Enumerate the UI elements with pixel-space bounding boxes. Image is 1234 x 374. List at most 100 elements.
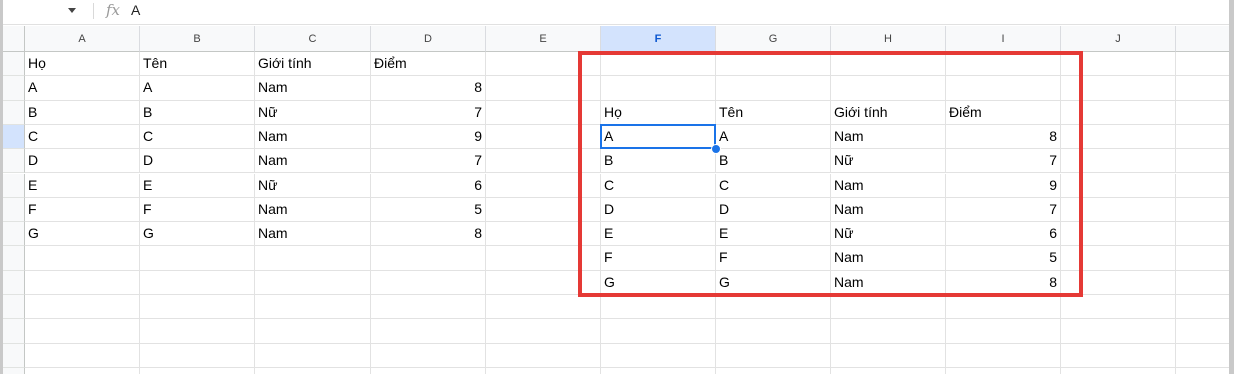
grid-cell[interactable] (1176, 52, 1229, 77)
grid-cell[interactable] (486, 100, 601, 125)
grid-cell[interactable] (255, 270, 371, 295)
data-cell[interactable]: Nam (831, 124, 946, 150)
data-cell[interactable]: D (601, 197, 716, 223)
data-cell[interactable]: C (716, 173, 831, 198)
grid-cell[interactable] (486, 124, 601, 150)
grid-cell[interactable] (25, 270, 140, 295)
grid-cell[interactable] (601, 295, 716, 320)
row-header[interactable] (3, 173, 25, 198)
data-cell[interactable]: C (25, 124, 140, 150)
column-header-f[interactable]: F (601, 26, 716, 52)
sheet-grid[interactable]: ABCDEFGHIJKHọTênGiới tínhĐiểmAANam8BBNữ7… (3, 26, 1229, 374)
grid-cell[interactable] (716, 76, 831, 101)
row-header[interactable] (3, 367, 25, 374)
grid-cell[interactable] (486, 246, 601, 271)
data-cell[interactable]: Nam (255, 76, 371, 101)
grid-cell[interactable] (831, 52, 946, 77)
grid-cell[interactable] (371, 270, 486, 295)
grid-cell[interactable] (486, 295, 601, 320)
data-cell[interactable]: A (25, 76, 140, 101)
row-header[interactable] (3, 149, 25, 174)
row-header[interactable] (3, 270, 25, 295)
grid-cell[interactable] (486, 343, 601, 368)
data-cell[interactable]: 5 (371, 197, 486, 223)
grid-cell[interactable] (1176, 246, 1229, 271)
grid-cell[interactable] (1061, 197, 1176, 223)
data-cell[interactable]: B (601, 149, 716, 174)
grid-cell[interactable] (371, 319, 486, 344)
row-header[interactable] (3, 246, 25, 271)
data-cell[interactable]: 6 (371, 173, 486, 198)
data-cell[interactable]: A (601, 124, 716, 150)
data-cell[interactable]: G (716, 270, 831, 295)
grid-cell[interactable] (946, 52, 1061, 77)
grid-cell[interactable] (1061, 295, 1176, 320)
data-cell[interactable]: 8 (371, 76, 486, 101)
grid-cell[interactable] (1176, 271, 1229, 295)
column-header-k[interactable]: K (1176, 26, 1229, 52)
grid-cell[interactable] (140, 343, 255, 368)
grid-cell[interactable] (1061, 367, 1176, 374)
data-cell[interactable]: Nữ (831, 222, 946, 247)
grid-cell[interactable] (486, 319, 601, 344)
grid-cell[interactable] (140, 246, 255, 271)
header-cell[interactable]: Điểm (946, 100, 1061, 125)
grid-cell[interactable] (601, 319, 716, 344)
data-cell[interactable]: D (716, 197, 831, 223)
data-cell[interactable]: 8 (946, 124, 1061, 150)
grid-cell[interactable] (25, 319, 140, 344)
grid-cell[interactable] (1176, 101, 1229, 125)
grid-cell[interactable] (1061, 173, 1176, 198)
grid-cell[interactable] (486, 270, 601, 295)
grid-cell[interactable] (601, 76, 716, 101)
data-cell[interactable]: 8 (946, 270, 1061, 295)
data-cell[interactable]: 9 (946, 173, 1061, 198)
grid-cell[interactable] (1061, 222, 1176, 247)
grid-cell[interactable] (255, 343, 371, 368)
grid-cell[interactable] (1061, 270, 1176, 295)
data-cell[interactable]: A (716, 124, 831, 150)
column-header-j[interactable]: J (1061, 26, 1176, 52)
column-header-h[interactable]: H (831, 26, 946, 52)
grid-cell[interactable] (255, 367, 371, 374)
row-header[interactable] (3, 222, 25, 247)
grid-cell[interactable] (486, 197, 601, 223)
column-header-g[interactable]: G (716, 26, 831, 52)
data-cell[interactable]: E (716, 222, 831, 247)
grid-cell[interactable] (831, 343, 946, 368)
grid-cell[interactable] (601, 343, 716, 368)
header-cell[interactable]: Giới tính (831, 100, 946, 125)
data-cell[interactable]: Nữ (831, 149, 946, 174)
grid-cell[interactable] (1176, 295, 1229, 320)
row-header[interactable] (3, 52, 25, 77)
header-cell[interactable]: Tên (716, 100, 831, 125)
grid-cell[interactable] (486, 367, 601, 374)
grid-cell[interactable] (946, 343, 1061, 368)
data-cell[interactable]: E (140, 173, 255, 198)
grid-cell[interactable] (1061, 76, 1176, 101)
grid-cell[interactable] (1176, 198, 1229, 223)
grid-cell[interactable] (716, 343, 831, 368)
data-cell[interactable]: 7 (946, 197, 1061, 223)
grid-cell[interactable] (831, 319, 946, 344)
data-cell[interactable]: C (601, 173, 716, 198)
data-cell[interactable]: F (601, 246, 716, 271)
grid-cell[interactable] (140, 295, 255, 320)
column-header-c[interactable]: C (255, 26, 371, 52)
grid-cell[interactable] (601, 367, 716, 374)
grid-cell[interactable] (486, 149, 601, 174)
grid-cell[interactable] (946, 367, 1061, 374)
data-cell[interactable]: B (140, 100, 255, 125)
grid-cell[interactable] (371, 343, 486, 368)
data-cell[interactable]: Nam (831, 246, 946, 271)
grid-cell[interactable] (601, 52, 716, 77)
grid-cell[interactable] (716, 52, 831, 77)
grid-cell[interactable] (25, 367, 140, 374)
data-cell[interactable]: Nữ (255, 173, 371, 198)
grid-cell[interactable] (946, 295, 1061, 320)
grid-cell[interactable] (1061, 246, 1176, 271)
data-cell[interactable]: B (25, 100, 140, 125)
data-cell[interactable]: F (25, 197, 140, 223)
data-cell[interactable]: 7 (371, 149, 486, 174)
grid-cell[interactable] (371, 367, 486, 374)
